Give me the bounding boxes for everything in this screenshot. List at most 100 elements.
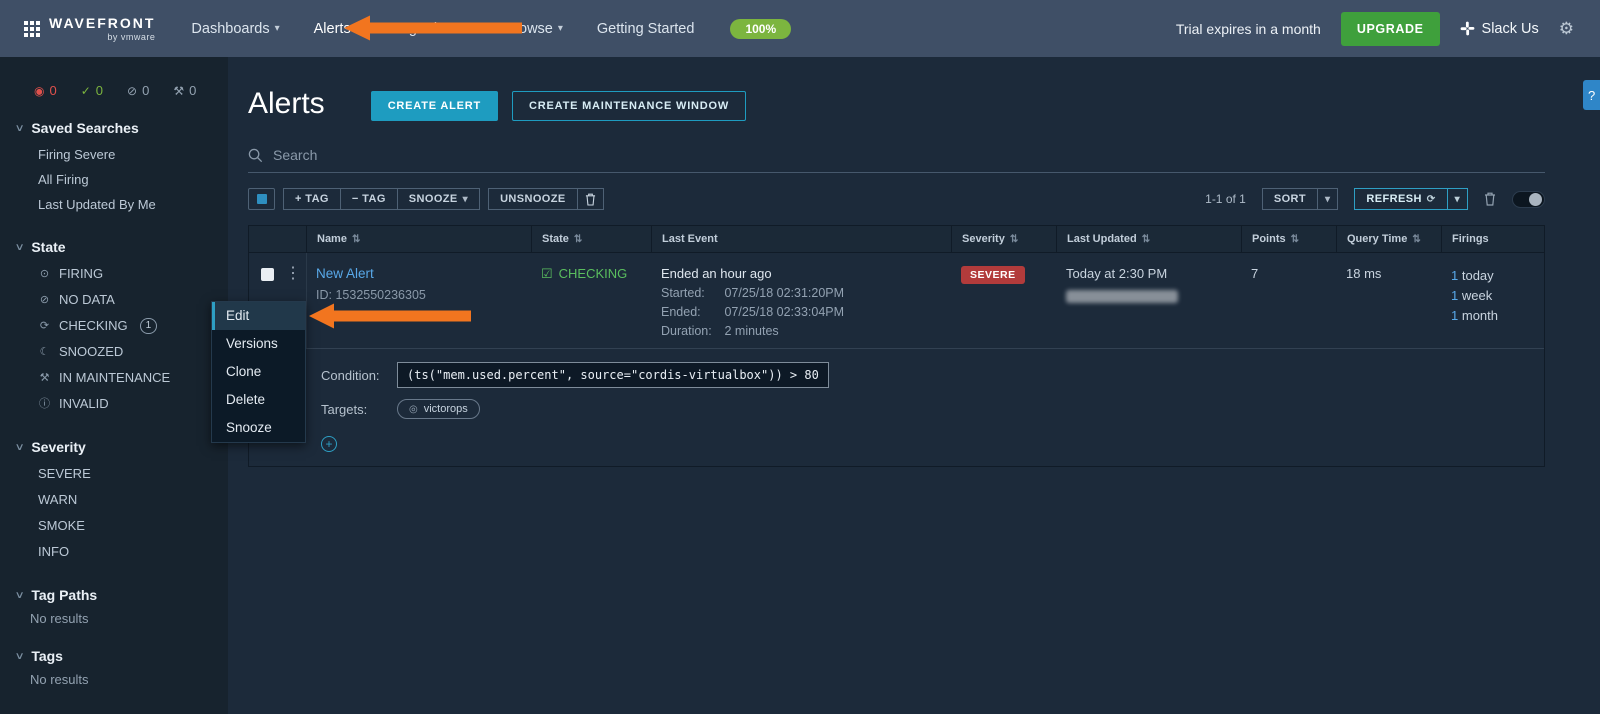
sort-caret-button[interactable]: ▾	[1317, 188, 1339, 210]
add-tag-button[interactable]: + TAG	[283, 188, 341, 210]
gear-icon[interactable]: ⚙	[1559, 19, 1574, 39]
counter-firing[interactable]: ◉ 0	[34, 83, 57, 98]
snooze-button[interactable]: SNOOZE ▾	[396, 188, 481, 210]
column-label: Name	[317, 233, 347, 245]
create-maintenance-window-button[interactable]: CREATE MAINTENANCE WINDOW	[512, 91, 747, 121]
state-filter-no-data[interactable]: ⊘ NO DATA	[0, 287, 228, 313]
severity-filter-smoke[interactable]: SMOKE	[0, 513, 228, 539]
counter-snoozed[interactable]: ⊘ 0	[127, 83, 149, 98]
refresh-caret-button[interactable]: ▾	[1446, 188, 1468, 210]
upgrade-button[interactable]: UPGRADE	[1340, 11, 1440, 46]
severity-filter-info[interactable]: INFO	[0, 539, 228, 565]
refresh-button[interactable]: REFRESH ⟳	[1354, 188, 1448, 210]
event-started: Started: 07/25/18 02:31:20PM	[661, 286, 951, 300]
severity-heading[interactable]: ∨ Severity	[15, 439, 228, 455]
tags-heading[interactable]: ∨ Tags	[15, 648, 228, 664]
firings-today[interactable]: 1 today	[1451, 266, 1544, 286]
context-menu-item-snooze[interactable]: Snooze	[212, 414, 305, 442]
redacted-user	[1066, 290, 1178, 303]
sort-arrows-icon: ⇅	[1141, 233, 1151, 245]
saved-search-last-updated-by-me[interactable]: Last Updated By Me	[0, 192, 228, 217]
state-cell: ☑ CHECKING	[531, 266, 651, 338]
state-filter-in-maintenance[interactable]: ⚒ IN MAINTENANCE	[0, 365, 228, 391]
saved-searches-heading[interactable]: ∨ Saved Searches	[14, 120, 228, 136]
navbar-right: Trial expires in a month UPGRADE Slack U…	[1176, 11, 1574, 46]
state-value: CHECKING	[558, 266, 628, 281]
state-filter-checking-label: CHECKING	[59, 318, 128, 333]
counter-maintenance[interactable]: ⚒ 0	[173, 83, 196, 98]
severity-filter-severe[interactable]: SEVERE	[0, 461, 228, 487]
nav-browse[interactable]: Browse ▾	[505, 21, 563, 37]
sort-arrows-icon: ⇅	[1290, 233, 1300, 245]
state-heading[interactable]: ∨ State	[14, 239, 228, 255]
state-filter-invalid[interactable]: ⓘ INVALID	[0, 391, 228, 417]
column-header-severity[interactable]: Severity ⇅	[951, 226, 1056, 252]
state-filter-snoozed[interactable]: ☾ SNOOZED	[0, 339, 228, 365]
maintenance-icon: ⚒	[173, 83, 185, 98]
nav-alerts[interactable]: Alerts	[314, 21, 351, 37]
column-header-query-time[interactable]: Query Time ⇅	[1336, 226, 1441, 252]
column-header-points[interactable]: Points ⇅	[1241, 226, 1336, 252]
state-filter-firing[interactable]: ⊙ FIRING	[0, 261, 228, 287]
tag-button-group: + TAG − TAG SNOOZE ▾	[283, 188, 481, 210]
caret-down-icon: ▾	[462, 193, 469, 205]
context-menu-item-delete[interactable]: Delete	[212, 386, 305, 414]
nav-getting-started[interactable]: Getting Started	[597, 21, 695, 37]
tag-paths-heading[interactable]: ∨ Tag Paths	[15, 587, 228, 603]
column-header-name[interactable]: Name ⇅	[306, 226, 531, 252]
chevron-down-icon: ∨	[14, 241, 25, 253]
slack-icon	[1460, 21, 1474, 36]
column-header-state[interactable]: State ⇅	[531, 226, 651, 252]
saved-search-firing-severe[interactable]: Firing Severe	[0, 142, 228, 167]
context-menu-item-versions[interactable]: Versions	[212, 330, 305, 358]
chevron-down-icon: ∨	[14, 122, 25, 134]
caret-down-icon: ▾	[1454, 193, 1460, 205]
counter-ok-value: 0	[95, 83, 104, 98]
wavefront-alerts-page: WAVEFRONT by vmware Dashboards ▾ Alerts …	[0, 0, 1600, 714]
remove-tag-button[interactable]: − TAG	[339, 188, 398, 210]
toolbar-right: 1-1 of 1 SORT ▾ REFRESH ⟳ ▾	[1205, 188, 1545, 210]
wavefront-logo[interactable]: WAVEFRONT by vmware	[24, 15, 155, 42]
condition-expression[interactable]: (ts("mem.used.percent", source="cordis-v…	[397, 362, 829, 388]
nav-dashboards[interactable]: Dashboards ▾	[191, 21, 279, 37]
column-header-firings[interactable]: Firings	[1441, 226, 1544, 252]
firings-week[interactable]: 1 week	[1451, 286, 1544, 306]
help-tab[interactable]: ?	[1583, 80, 1600, 110]
alert-name-link[interactable]: New Alert	[316, 266, 531, 281]
unsnooze-button[interactable]: UNSNOOZE	[488, 188, 578, 210]
kebab-menu-icon[interactable]: ⋮	[285, 266, 301, 282]
state-filter-snoozed-label: SNOOZED	[59, 344, 124, 359]
trash-icon-button[interactable]	[1484, 192, 1496, 206]
state-filter-checking[interactable]: ⟳ CHECKING 1	[0, 313, 228, 339]
trash-icon	[1485, 192, 1495, 206]
nav-integrations[interactable]: Integrations ▾	[385, 21, 471, 37]
slack-us-link[interactable]: Slack Us	[1460, 21, 1539, 37]
row-checkbox[interactable]	[261, 268, 274, 281]
refresh-button-group: REFRESH ⟳ ▾	[1354, 188, 1468, 210]
context-menu-item-edit[interactable]: Edit	[212, 302, 305, 330]
create-alert-button[interactable]: CREATE ALERT	[370, 91, 499, 121]
counter-ok[interactable]: ✓ 0	[81, 83, 103, 98]
delete-selected-button[interactable]	[576, 188, 604, 210]
view-toggle[interactable]	[1512, 190, 1545, 208]
add-target-button[interactable]: +	[321, 436, 337, 452]
table-body: ⋮ New Alert ID: 1532550236305 ☑ CHECKING	[249, 253, 1544, 452]
getting-started-progress-badge[interactable]: 100%	[730, 18, 792, 39]
title-row: Alerts CREATE ALERT CREATE MAINTENANCE W…	[248, 87, 1600, 121]
select-all-checkbox[interactable]	[248, 188, 275, 210]
row-details: Condition: (ts("mem.used.percent", sourc…	[306, 348, 1544, 452]
firings-week-unit: week	[1461, 288, 1493, 303]
saved-search-all-firing[interactable]: All Firing	[0, 167, 228, 192]
sort-arrows-icon: ⇅	[1009, 233, 1019, 245]
sort-button[interactable]: SORT	[1261, 188, 1318, 210]
severity-filter-warn[interactable]: WARN	[0, 487, 228, 513]
search-input[interactable]	[273, 147, 1545, 163]
state-filter-firing-label: FIRING	[59, 266, 104, 281]
column-header-last-updated[interactable]: Last Updated ⇅	[1056, 226, 1241, 252]
firings-month-unit: month	[1461, 308, 1498, 323]
context-menu-item-clone[interactable]: Clone	[212, 358, 305, 386]
pagination-range: 1-1 of 1	[1205, 192, 1246, 206]
column-header-last-event[interactable]: Last Event	[651, 226, 951, 252]
firings-month[interactable]: 1 month	[1451, 306, 1544, 326]
target-pill-victorops[interactable]: ◎ victorops	[397, 399, 480, 419]
